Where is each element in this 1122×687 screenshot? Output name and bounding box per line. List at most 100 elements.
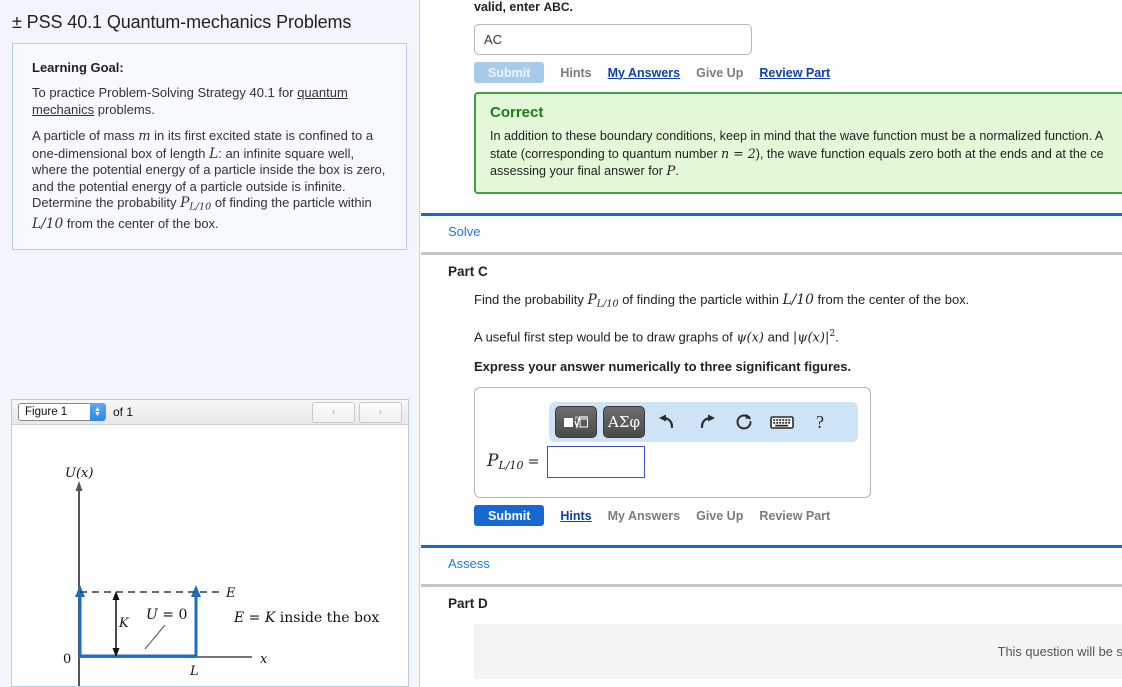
part-d-heading: Part D: [448, 596, 488, 612]
pc-q-b: of finding the particle within: [618, 292, 783, 307]
keyboard-glyph: [770, 416, 794, 429]
part-b-answer-input[interactable]: [474, 24, 752, 55]
pc-h-a: A useful first step would be to draw gra…: [474, 329, 737, 345]
help-icon[interactable]: ?: [803, 407, 837, 437]
figure-select-value: Figure 1: [25, 406, 68, 418]
stmt-1: A particle of mass: [32, 128, 139, 143]
figure-origin-label: 0: [63, 652, 71, 667]
keyboard-icon[interactable]: [765, 407, 799, 437]
tail-smallcaps: ABC: [543, 0, 570, 14]
left-problem-panel: ± PSS 40.1 Quantum-mechanics Problems Le…: [0, 0, 420, 687]
tail-post: .: [569, 0, 573, 14]
correct-l2-n: n = 2: [721, 146, 756, 161]
reset-circle-glyph: [736, 414, 752, 430]
spinner-down: ▼: [94, 411, 101, 418]
pc-h-psi: ψ(x): [736, 330, 764, 346]
correct-l3b: .: [675, 164, 679, 178]
solve-stage-label[interactable]: Solve: [448, 224, 1122, 239]
correct-l1: In addition to these boundary conditions…: [490, 129, 1104, 143]
part-c-submit-button[interactable]: Submit: [474, 505, 545, 527]
right-answer-panel: valid, enter ABC. Submit Hints My Answer…: [421, 0, 1122, 687]
figure-count-label: of 1: [113, 405, 134, 419]
pc-ans-sub: L/10: [498, 459, 524, 473]
correct-feedback-box: Correct In addition to these boundary co…: [474, 92, 1122, 194]
part-c-answer-label: PL/10 =: [487, 451, 539, 472]
figure-nav-group: ‹ ›: [312, 401, 402, 423]
pc-q-L10: L/10: [782, 292, 814, 308]
part-c-divider: [421, 252, 1122, 255]
figure-x-axis-label: x: [260, 652, 268, 667]
greek-letters-button[interactable]: ΑΣφ: [603, 406, 645, 439]
pc-q-P: P: [587, 292, 597, 308]
pc-h-b: and: [763, 329, 793, 345]
greek-letters-label: ΑΣφ: [608, 413, 640, 432]
part-d-locked-message: This question will be shown after you co…: [997, 644, 1122, 660]
page-title: ± PSS 40.1 Quantum-mechanics Problems: [12, 12, 352, 32]
figure-select[interactable]: Figure 1 ▲ ▼: [18, 403, 106, 421]
figure-canvas: U(x) x 0 L E K U = 0 E = K inside the bo…: [12, 425, 408, 686]
part-d-divider: [421, 584, 1122, 588]
part-c-question: Find the probability PL/10 of finding th…: [474, 291, 1122, 313]
help-question-glyph: ?: [816, 411, 824, 432]
part-c-action-row: Submit Hints My Answers Give Up Review P…: [474, 505, 1122, 527]
chevron-updown-icon[interactable]: ▲ ▼: [90, 403, 105, 421]
part-c-answer-input[interactable]: [547, 446, 645, 479]
pc-q-a: Find the probability: [474, 292, 588, 307]
tail-pre: valid, enter: [474, 0, 544, 14]
figure-length-label: L: [189, 664, 199, 679]
pc-q-c: from the center of the box.: [813, 292, 970, 307]
stmt-4: of finding the particle within: [211, 195, 372, 210]
part-c-instruction: Express your answer numerically to three…: [474, 359, 852, 375]
correct-body: In addition to these boundary conditions…: [490, 128, 1122, 180]
undo-arrow-glyph: [659, 414, 674, 429]
stmt-P-sub: L/10: [189, 201, 212, 213]
figure-energy-label: E: [225, 586, 236, 601]
stmt-L10: L/10: [32, 216, 64, 233]
part-b-give-up-link[interactable]: Give Up: [696, 66, 743, 80]
redo-icon[interactable]: [689, 407, 723, 437]
correct-line-1: In addition to these boundary conditions…: [490, 128, 1122, 145]
next-figure-button[interactable]: ›: [359, 401, 402, 423]
correct-line-3: assessing your final answer for P.: [490, 163, 1122, 180]
problem-page: ± PSS 40.1 Quantum-mechanics Problems Le…: [0, 0, 1122, 687]
figure-kinetic-label: K: [118, 616, 130, 631]
part-b-hints-link[interactable]: Hints: [560, 66, 591, 80]
pc-q-P-sub: L/10: [596, 298, 619, 310]
undo-icon[interactable]: [651, 407, 685, 437]
part-c-heading: Part C: [448, 264, 488, 279]
correct-title: Correct: [490, 104, 544, 121]
template-icon: n: [564, 415, 588, 430]
stmt-L: L: [209, 145, 219, 162]
pc-ans-eq: =: [527, 454, 540, 471]
lg-pre: To practice Problem-Solving Strategy 40.…: [32, 85, 298, 100]
part-b-tail-text: valid, enter ABC.: [474, 0, 1122, 14]
problem-statement: A particle of mass m in its first excite…: [32, 128, 392, 233]
correct-line-2: state (corresponding to quantum number n…: [490, 145, 1122, 163]
learning-goal-label: Learning Goal:: [32, 60, 124, 75]
pc-ans-P: P: [487, 451, 499, 472]
part-b-submit-button[interactable]: Submit: [474, 62, 545, 83]
figure-panel: Figure 1 ▲ ▼ of 1 ‹ › U(x) x 0 L E K U =…: [11, 399, 409, 687]
figure-toolbar: Figure 1 ▲ ▼ of 1 ‹ ›: [12, 400, 408, 425]
redo-arrow-glyph: [700, 414, 715, 429]
part-c-give-up-link[interactable]: Give Up: [696, 509, 743, 523]
pc-h-psi2: |ψ(x)|: [792, 330, 830, 346]
assess-stage-label[interactable]: Assess: [448, 556, 1122, 571]
learning-goal-box: Learning Goal: To practice Problem-Solvi…: [12, 43, 407, 250]
part-d-locked-box: This question will be shown after you co…: [474, 624, 1122, 680]
correct-l2a: state (corresponding to quantum number: [490, 147, 722, 161]
part-b-action-row: Submit Hints My Answers Give Up Review P…: [474, 62, 1122, 83]
correct-l2b: ), the wave function equals zero both at…: [755, 147, 1104, 161]
part-c-my-answers-link[interactable]: My Answers: [608, 509, 680, 523]
prev-figure-button[interactable]: ‹: [312, 401, 355, 423]
lg-post: problems.: [94, 101, 155, 117]
math-template-button[interactable]: n: [555, 406, 597, 439]
reset-icon[interactable]: [727, 407, 761, 437]
part-c-review-part-link[interactable]: Review Part: [759, 509, 830, 523]
part-b-review-part-link[interactable]: Review Part: [759, 66, 830, 80]
figure-potential-label: U = 0: [146, 607, 187, 623]
assess-stage-divider: Assess: [421, 545, 1122, 571]
part-c-hint: A useful first step would be to draw gra…: [474, 325, 1122, 346]
part-c-hints-link[interactable]: Hints: [560, 509, 591, 523]
part-b-my-answers-link[interactable]: My Answers: [608, 66, 680, 80]
